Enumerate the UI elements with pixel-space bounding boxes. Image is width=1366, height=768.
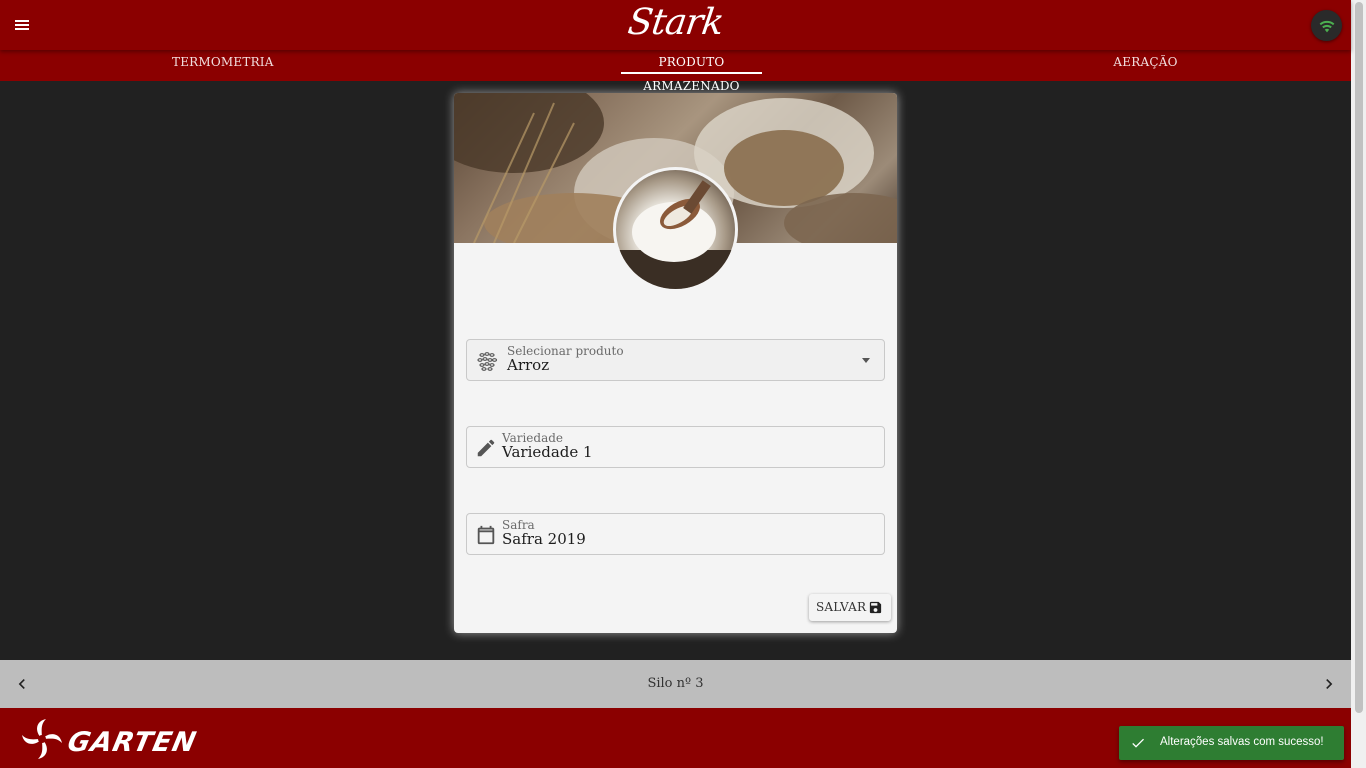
- app-bar: Stark: [0, 0, 1351, 50]
- page-scrollbar[interactable]: [1351, 0, 1366, 768]
- app-title: Stark: [625, 2, 726, 43]
- wifi-icon[interactable]: [1311, 10, 1342, 41]
- silo-navigation-bar: Silo nº 3: [0, 660, 1351, 708]
- garten-logo-text: GARTEN: [64, 727, 200, 758]
- tab-bar: TERMOMETRIA PRODUTO ARMAZENADO AERAÇÃO: [0, 50, 1351, 93]
- product-avatar-image: [613, 167, 738, 292]
- garten-logo-icon: [22, 719, 62, 759]
- chevron-right-icon[interactable]: [1319, 674, 1339, 694]
- save-button-label: SALVAR: [816, 600, 867, 614]
- harvest-field[interactable]: Safra Safra 2019: [466, 513, 885, 555]
- variety-field[interactable]: Variedade Variedade 1: [466, 426, 885, 468]
- variety-field-value: Variedade 1: [502, 443, 593, 461]
- garten-logo: GARTEN: [20, 717, 225, 761]
- toast-message: Alterações salvas com sucesso!: [1160, 736, 1324, 748]
- tab-aeracao[interactable]: AERAÇÃO: [1112, 50, 1179, 81]
- save-button[interactable]: SALVAR: [809, 594, 891, 621]
- product-card: Selecionar produto Arroz Variedade Varie…: [454, 93, 897, 633]
- success-toast: Alterações salvas com sucesso!: [1119, 726, 1344, 760]
- scrollbar-thumb[interactable]: [1355, 2, 1363, 713]
- pencil-icon: [475, 437, 497, 459]
- product-select[interactable]: Selecionar produto Arroz: [466, 339, 885, 381]
- calendar-icon: [475, 524, 497, 546]
- tab-produto-armazenado[interactable]: PRODUTO ARMAZENADO: [621, 50, 762, 93]
- check-icon: [1130, 735, 1146, 751]
- grains-icon: [476, 350, 498, 372]
- harvest-field-value: Safra 2019: [502, 530, 586, 548]
- product-select-value: Arroz: [507, 356, 550, 374]
- tab-termometria[interactable]: TERMOMETRIA: [172, 50, 273, 81]
- chevron-down-icon[interactable]: [862, 358, 870, 363]
- silo-label: Silo nº 3: [647, 676, 704, 691]
- floppy-disk-icon: [868, 600, 883, 615]
